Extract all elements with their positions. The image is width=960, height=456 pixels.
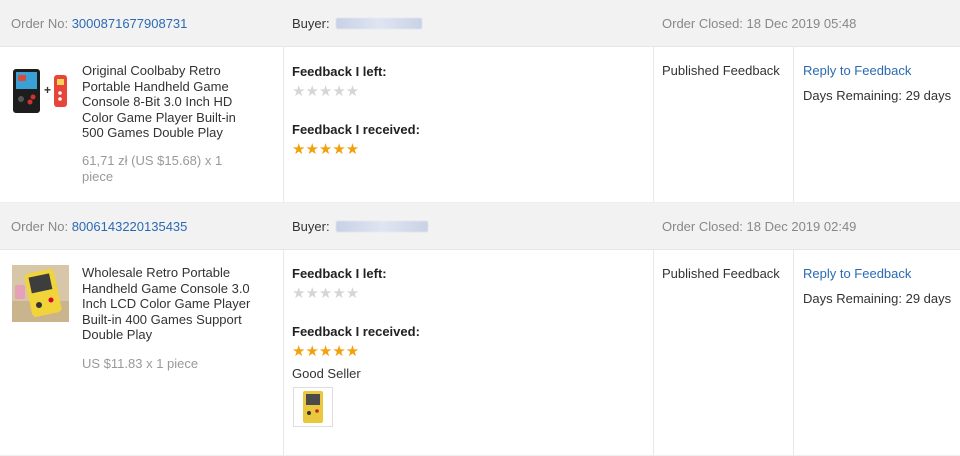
- reply-to-feedback-link[interactable]: Reply to Feedback: [803, 266, 911, 281]
- order-header: Order No: 8006143220135435 Buyer: Order …: [0, 203, 960, 250]
- product-title[interactable]: Original Coolbaby Retro Portable Handhel…: [82, 63, 252, 141]
- feedback-photo[interactable]: [293, 387, 333, 427]
- order-number-link[interactable]: 8006143220135435: [72, 219, 188, 234]
- divider: [653, 250, 654, 455]
- feedback-left-stars: ★★★★★: [292, 83, 360, 100]
- product-title[interactable]: Wholesale Retro Portable Handheld Game C…: [82, 265, 252, 343]
- order-closed: Order Closed: 18 Dec 2019 05:48: [662, 16, 856, 31]
- reply-to-feedback-link[interactable]: Reply to Feedback: [803, 63, 911, 78]
- buyer-label: Buyer:: [292, 16, 330, 31]
- order-number-link[interactable]: 3000871677908731: [72, 16, 188, 31]
- divider: [793, 250, 794, 455]
- buyer: Buyer:: [292, 219, 428, 234]
- days-remaining: Days Remaining: 29 days: [803, 88, 952, 103]
- buyer: Buyer:: [292, 16, 422, 31]
- order-label: Order No:: [11, 16, 69, 31]
- order-number: Order No: 3000871677908731: [11, 16, 187, 31]
- product-thumbnail[interactable]: +: [12, 69, 68, 113]
- product-thumbnail[interactable]: [12, 265, 69, 322]
- divider: [793, 47, 794, 202]
- divider: [283, 250, 284, 455]
- order-closed-label: Order Closed:: [662, 219, 743, 234]
- handheld-console-thumbnail-icon: +: [13, 69, 67, 113]
- order-closed-date: 18 Dec 2019 05:48: [746, 16, 857, 31]
- order-body: Wholesale Retro Portable Handheld Game C…: [0, 250, 960, 456]
- feedback-comment: Good Seller: [292, 366, 361, 381]
- feedback-left-stars: ★★★★★: [292, 285, 360, 302]
- order-header: Order No: 3000871677908731 Buyer: Order …: [0, 0, 960, 47]
- order-number: Order No: 8006143220135435: [11, 219, 187, 234]
- buyer-name-redacted: [335, 18, 422, 29]
- feedback-status: Published Feedback: [662, 266, 780, 281]
- order-closed: Order Closed: 18 Dec 2019 02:49: [662, 219, 856, 234]
- yellow-console-thumbnail-icon: [12, 265, 69, 322]
- feedback-status: Published Feedback: [662, 63, 780, 78]
- order-label: Order No:: [11, 219, 69, 234]
- feedback-received-label: Feedback I received:: [292, 324, 420, 339]
- product-price: US $11.83 x 1 piece: [82, 356, 199, 371]
- svg-text:+: +: [44, 83, 51, 97]
- divider: [283, 47, 284, 202]
- buyer-name-redacted: [335, 221, 428, 232]
- feedback-received-stars: ★★★★★: [292, 141, 360, 158]
- order-body: + Original Coolbaby Retro Portable Handh…: [0, 47, 960, 203]
- feedback-left-label: Feedback I left:: [292, 266, 387, 281]
- order-closed-date: 18 Dec 2019 02:49: [746, 219, 857, 234]
- divider: [653, 47, 654, 202]
- feedback-received-label: Feedback I received:: [292, 122, 420, 137]
- feedback-left-label: Feedback I left:: [292, 64, 387, 79]
- feedback-received-stars: ★★★★★: [292, 343, 360, 360]
- order-closed-label: Order Closed:: [662, 16, 743, 31]
- buyer-label: Buyer:: [292, 219, 330, 234]
- days-remaining: Days Remaining: 29 days: [803, 291, 952, 306]
- product-price: 61,71 zł (US $15.68) x 1 piece: [82, 153, 223, 184]
- feedback-photo-icon: [294, 388, 332, 426]
